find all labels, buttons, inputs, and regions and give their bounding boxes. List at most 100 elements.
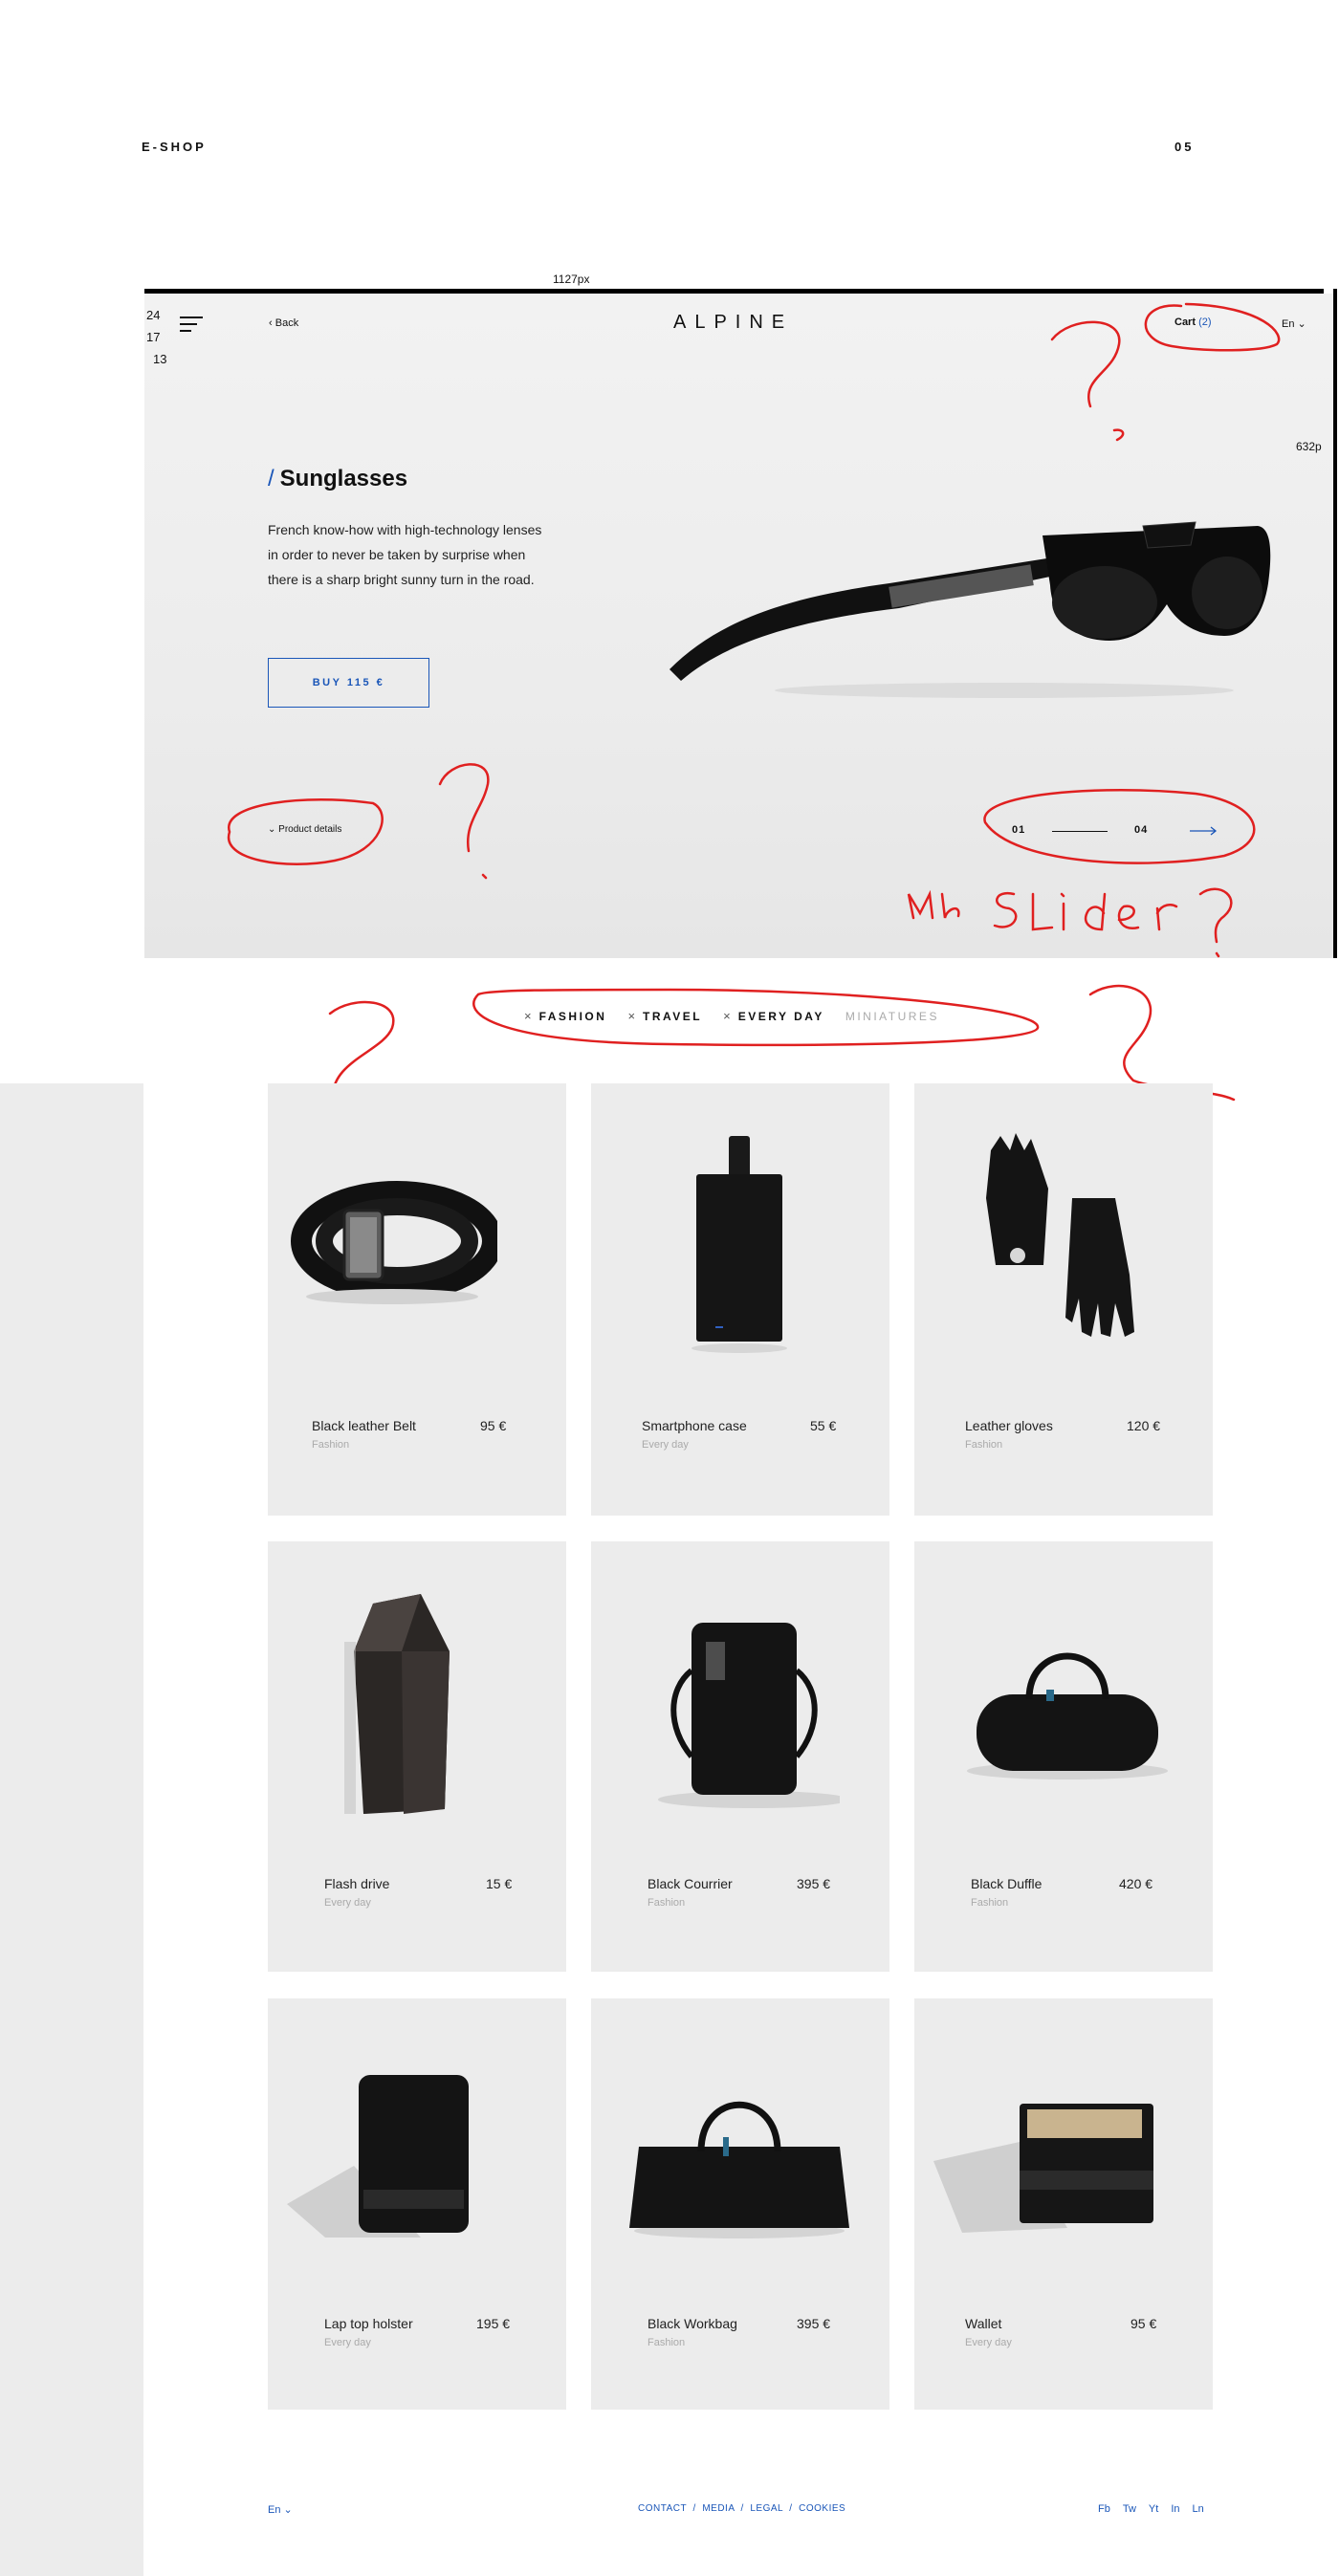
phone-case-icon [691,1136,787,1353]
arrow-right-icon[interactable] [1190,824,1218,838]
chevron-down-icon: ⌄ [1294,318,1306,330]
hero-title: / Sunglasses [268,466,407,492]
product-category: Fashion [312,1439,350,1451]
close-icon[interactable]: × [723,1009,731,1023]
product-name: Black Courrier [648,1876,733,1891]
product-card[interactable]: Leather gloves 120 € Fashion [914,1083,1213,1516]
product-details-toggle[interactable]: ⌄ Product details [268,824,341,835]
product-name: Wallet [965,2316,1002,2331]
filter-bar: × FASHION × TRAVEL × EVERY DAY MINIATURES [524,1009,939,1023]
social-link-youtube[interactable]: Yt [1149,2503,1158,2515]
product-card[interactable]: Lap top holster 195 € Every day [268,1998,566,2410]
footer-links: CONTACT / MEDIA / LEGAL / COOKIES [638,2503,846,2514]
product-name: Leather gloves [965,1418,1053,1433]
product-price: 420 € [1119,1876,1153,1891]
duffle-bag-icon [967,1652,1168,1779]
product-name: Flash drive [324,1876,390,1891]
close-icon[interactable]: × [627,1009,635,1023]
filter-label: TRAVEL [643,1009,703,1023]
back-link[interactable]: ‹ Back [269,317,298,329]
chevron-left-icon: ‹ [269,317,275,329]
social-link-facebook[interactable]: Fb [1098,2503,1110,2515]
side-number: 17 [146,330,161,344]
cart-link[interactable]: Cart (2) [1174,317,1212,328]
filter-chip-miniatures[interactable]: MINIATURES [845,1009,939,1023]
buy-button[interactable]: BUY 115 € [268,658,429,708]
product-category: Fashion [971,1897,1009,1909]
chevron-down-icon: ⌄ [268,824,279,835]
gloves-icon [986,1133,1134,1337]
product-card[interactable]: Wallet 95 € Every day [914,1998,1213,2410]
product-category: Fashion [965,1439,1003,1451]
footer-link-cookies[interactable]: COOKIES [799,2503,845,2514]
side-number: 24 [146,308,161,322]
cart-count: (2) [1198,317,1212,328]
belt-icon [291,1181,497,1304]
product-details-label: Product details [278,824,342,835]
filter-label: FASHION [538,1009,607,1023]
social-link-linkedin[interactable]: Ln [1193,2503,1204,2515]
product-category: Fashion [648,1897,686,1909]
product-price: 95 € [480,1418,507,1433]
product-card[interactable]: Black leather Belt 95 € Fashion [268,1083,566,1516]
language-select[interactable]: En ⌄ [1282,317,1306,330]
width-annotation: 1127px [553,273,590,286]
product-card[interactable]: Flash drive 15 € Every day [268,1541,566,1972]
product-category: Every day [324,2337,371,2348]
height-marker-line [1333,289,1337,958]
filter-chip-every-day[interactable]: × EVERY DAY [723,1009,824,1023]
product-price: 395 € [797,2316,831,2331]
filter-chip-fashion[interactable]: × FASHION [524,1009,606,1023]
product-price: 120 € [1127,1418,1161,1433]
footer-link-legal[interactable]: LEGAL [750,2503,782,2514]
close-icon[interactable]: × [524,1009,532,1023]
cart-label: Cart [1174,317,1196,328]
footer-language-label: En [268,2504,281,2516]
hero-title-text: Sunglasses [279,466,408,491]
product-name: Black Duffle [971,1876,1043,1891]
side-background-band [0,1083,143,2576]
wallet-icon [933,2104,1153,2233]
product-price: 15 € [486,1876,513,1891]
product-name: Lap top holster [324,2316,413,2331]
social-link-instagram[interactable]: In [1171,2503,1179,2515]
filter-chip-travel[interactable]: × TRAVEL [627,1009,702,1023]
laptop-sleeve-icon [287,2075,469,2238]
page-title: E-SHOP [142,140,207,154]
slider-progress-line [1052,831,1108,832]
product-category: Fashion [648,2337,686,2348]
product-card[interactable]: Black Courrier 395 € Fashion [591,1541,889,1972]
language-label: En [1282,318,1295,330]
product-price: 95 € [1130,2316,1157,2331]
flash-drive-icon [344,1594,450,1814]
hamburger-menu-icon[interactable] [180,317,203,334]
chevron-down-icon: ⌄ [280,2504,293,2516]
workbag-icon [629,2101,849,2238]
product-price: 55 € [810,1418,837,1433]
footer-social-links: Fb Tw Yt In Ln [1098,2503,1204,2515]
hero-slider-pager: 01 04 [1012,824,1222,840]
filter-label: MINIATURES [845,1009,939,1023]
footer-link-contact[interactable]: CONTACT [638,2503,687,2514]
footer-language-select[interactable]: En ⌄ [268,2503,293,2516]
social-link-twitter[interactable]: Tw [1123,2503,1136,2515]
title-slash: / [268,466,274,491]
sunglasses-image [670,521,1271,698]
product-name: Black leather Belt [312,1418,416,1433]
product-card[interactable]: Black Workbag 395 € Fashion [591,1998,889,2410]
product-category: Every day [324,1897,371,1909]
messenger-bag-icon [658,1623,840,1808]
side-number: 13 [153,352,167,366]
brand-logo[interactable]: ALPINE [673,312,793,334]
footer-link-media[interactable]: MEDIA [702,2503,735,2514]
product-name: Black Workbag [648,2316,737,2331]
product-card[interactable]: Black Duffle 420 € Fashion [914,1541,1213,1972]
product-card[interactable]: Smartphone case 55 € Every day [591,1083,889,1516]
height-annotation: 632p [1296,440,1322,453]
product-name: Smartphone case [642,1418,747,1433]
slider-current: 01 [1012,824,1026,836]
product-category: Every day [642,1439,689,1451]
hero-description: French know-how with high-technology len… [268,522,542,587]
slider-total: 04 [1134,824,1149,836]
side-measure-numbers: 24 17 13 [146,304,166,370]
